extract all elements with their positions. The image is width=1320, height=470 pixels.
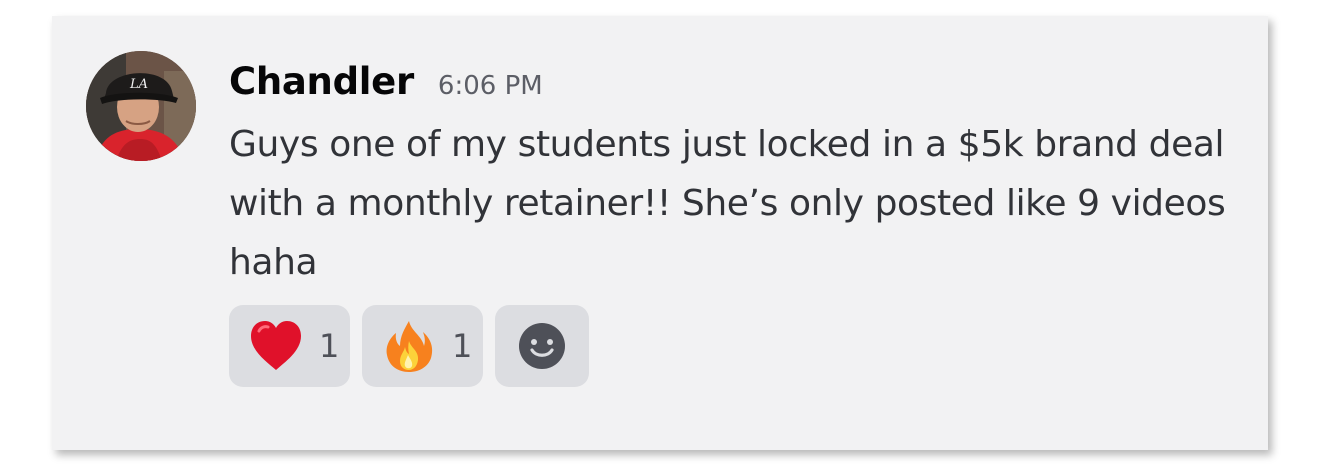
fire-icon xyxy=(386,321,433,372)
reaction-bar: 1 1 xyxy=(229,305,589,387)
message-text: Guys one of my students just locked in a… xyxy=(229,124,1226,283)
message-header: Chandler 6:06 PM xyxy=(229,60,543,110)
message-card: LA Chandler 6:06 PM Guys one of my stude… xyxy=(52,16,1268,450)
add-reaction-button[interactable] xyxy=(495,305,589,387)
reaction-fire[interactable]: 1 xyxy=(362,305,483,387)
reaction-heart[interactable]: 1 xyxy=(229,305,350,387)
reaction-count: 1 xyxy=(452,327,473,365)
avatar-image: LA xyxy=(86,51,196,161)
smiley-add-icon xyxy=(519,323,565,369)
red-heart-icon xyxy=(251,321,301,370)
message-timestamp[interactable]: 6:06 PM xyxy=(438,71,543,101)
svg-text:LA: LA xyxy=(129,77,148,92)
avatar[interactable]: LA xyxy=(86,51,196,161)
author-name[interactable]: Chandler xyxy=(229,60,414,103)
reaction-count: 1 xyxy=(319,327,340,365)
